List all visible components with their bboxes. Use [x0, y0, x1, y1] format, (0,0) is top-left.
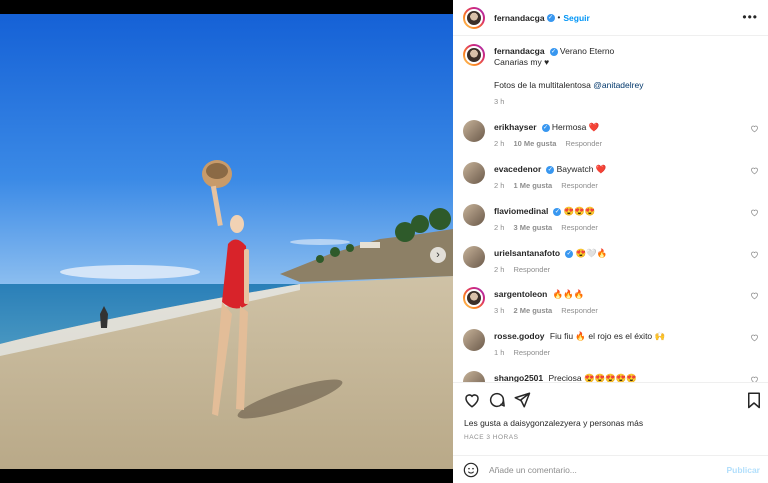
- comment-likes[interactable]: 10 Me gusta: [513, 139, 556, 148]
- caption-avatar[interactable]: [463, 44, 485, 66]
- heart-icon[interactable]: [463, 391, 481, 409]
- reply-button[interactable]: Responder: [561, 306, 598, 315]
- verified-icon: ✓: [553, 207, 562, 216]
- commenter-avatar[interactable]: [463, 329, 485, 351]
- comment-item: rosse.godoy Fiu fiu 🔥 el rojo es el éxit…: [463, 329, 761, 357]
- emoji-icon[interactable]: [463, 462, 479, 478]
- comment-likes[interactable]: 3 Me gusta: [513, 223, 552, 232]
- heart-icon[interactable]: [750, 333, 759, 342]
- post-header: fernandacga ✓ • Seguir •••: [453, 0, 768, 36]
- comment-time: 3 h: [494, 306, 505, 315]
- comment-text: Preciosa 😍😍😍😍😍: [548, 373, 637, 382]
- comments-list[interactable]: fernandacga ✓ Verano Eterno Canarias my ♥…: [453, 37, 768, 382]
- post-time: HACE 3 HORAS: [464, 434, 519, 441]
- heart-icon[interactable]: [750, 208, 759, 217]
- comment-text: 🔥🔥🔥: [552, 289, 585, 299]
- beach-image: [0, 14, 453, 469]
- comment-time: 1 h: [494, 348, 505, 357]
- heart-icon[interactable]: [750, 375, 759, 382]
- caption-mention[interactable]: @anitadelrey: [593, 80, 643, 90]
- commenter-avatar[interactable]: [463, 204, 485, 226]
- commenter-avatar[interactable]: [463, 162, 485, 184]
- comment-text: 😍😍😍: [563, 206, 596, 216]
- comment-text: Fiu fiu 🔥 el rojo es el éxito 🙌: [549, 331, 666, 341]
- comment-username[interactable]: flaviomedinal: [494, 206, 548, 216]
- bookmark-icon[interactable]: [745, 391, 763, 409]
- commenter-avatar[interactable]: [463, 371, 485, 382]
- caption-time: 3 h: [494, 97, 505, 106]
- carousel-next-button[interactable]: ›: [430, 247, 446, 263]
- author-username[interactable]: fernandacga: [494, 13, 545, 23]
- comment-icon[interactable]: [488, 391, 506, 409]
- publish-button[interactable]: Publicar: [726, 465, 760, 475]
- heart-icon[interactable]: [750, 166, 759, 175]
- comment-input[interactable]: [489, 464, 709, 475]
- chevron-right-icon: ›: [436, 249, 440, 261]
- commenter-avatar[interactable]: [463, 287, 485, 309]
- verified-icon: ✓: [565, 249, 574, 258]
- more-icon[interactable]: •••: [742, 10, 758, 24]
- likes-summary[interactable]: Les gusta a daisygonzalezyera y personas…: [464, 418, 643, 428]
- commenter-avatar[interactable]: [463, 246, 485, 268]
- comment-username[interactable]: shango2501: [494, 373, 543, 382]
- comment-time: 2 h: [494, 265, 505, 274]
- reply-button[interactable]: Responder: [513, 348, 550, 357]
- comment-username[interactable]: sargentoleon: [494, 289, 547, 299]
- comment-item: urielsantanafoto ✓ 😍🤍🔥 2 h Responder: [463, 246, 761, 274]
- reply-button[interactable]: Responder: [561, 223, 598, 232]
- comment-text: Baywatch ❤️: [556, 164, 607, 174]
- comment-username[interactable]: evacedenor: [494, 164, 541, 174]
- post-actions: [453, 382, 768, 416]
- heart-icon[interactable]: [750, 250, 759, 259]
- reply-button[interactable]: Responder: [565, 139, 602, 148]
- caption: fernandacga ✓ Verano Eterno Canarias my ♥…: [463, 44, 761, 106]
- comment-item: shango2501 Preciosa 😍😍😍😍😍: [463, 371, 761, 382]
- follow-button[interactable]: Seguir: [563, 13, 589, 23]
- comment-username[interactable]: erikhayser: [494, 122, 537, 132]
- caption-username[interactable]: fernandacga: [494, 46, 545, 56]
- caption-line-3: Fotos de la multitalentosa: [494, 80, 591, 90]
- comment-item: erikhayser ✓ Hermosa ❤️ 2 h 10 Me gusta Res…: [463, 120, 761, 148]
- heart-icon[interactable]: [750, 291, 759, 300]
- reply-button[interactable]: Responder: [561, 181, 598, 190]
- comment-item: sargentoleon 🔥🔥🔥 3 h 2 Me gusta Responder: [463, 287, 761, 315]
- comment-item: flaviomedinal ✓ 😍😍😍 2 h 3 Me gusta Responde…: [463, 204, 761, 232]
- heart-icon[interactable]: [750, 124, 759, 133]
- comment-text: 😍🤍🔥: [575, 248, 608, 258]
- verified-icon: ✓: [546, 165, 555, 174]
- verified-icon: ✓: [546, 13, 555, 22]
- comment-likes[interactable]: 2 Me gusta: [513, 306, 552, 315]
- post-side-panel: fernandacga ✓ • Seguir ••• fernandacga ✓ …: [453, 0, 768, 483]
- post-photo[interactable]: ›: [0, 14, 453, 469]
- comment-text: Hermosa ❤️: [551, 122, 600, 132]
- caption-text: Verano Eterno: [559, 46, 615, 56]
- comment-time: 2 h: [494, 223, 505, 232]
- verified-icon: ✓: [549, 47, 558, 56]
- comment-item: evacedenor ✓ Baywatch ❤️ 2 h 1 Me gusta Res…: [463, 162, 761, 190]
- comment-username[interactable]: rosse.godoy: [494, 331, 545, 341]
- verified-icon: ✓: [541, 123, 550, 132]
- caption-line-2: Canarias my ♥: [494, 57, 550, 67]
- share-icon[interactable]: [513, 391, 531, 409]
- comment-likes[interactable]: 1 Me gusta: [513, 181, 552, 190]
- reply-button[interactable]: Responder: [513, 265, 550, 274]
- add-comment-bar: Publicar: [453, 455, 768, 483]
- author-avatar[interactable]: [463, 6, 485, 29]
- commenter-avatar[interactable]: [463, 120, 485, 142]
- separator: •: [557, 13, 561, 22]
- comment-time: 2 h: [494, 139, 505, 148]
- comment-username[interactable]: urielsantanafoto: [494, 248, 560, 258]
- comment-time: 2 h: [494, 181, 505, 190]
- photo-bottom-bar: [0, 469, 453, 483]
